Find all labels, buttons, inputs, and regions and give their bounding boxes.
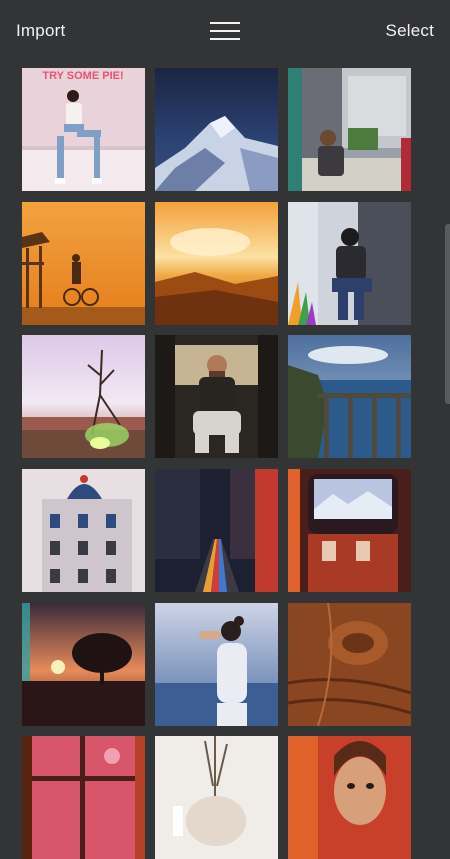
photo-thumbnail-bearded-man-van[interactable] xyxy=(155,335,278,458)
import-button[interactable]: Import xyxy=(16,20,65,42)
photo-thumbnail-window-pane[interactable] xyxy=(22,736,145,859)
photo-thumbnail-woman-hair-bun[interactable] xyxy=(155,603,278,726)
hamburger-menu-icon[interactable] xyxy=(209,19,241,43)
photo-thumbnail-dry-plant-sun[interactable] xyxy=(22,335,145,458)
photo-thumbnail-lifeguard-tower[interactable] xyxy=(22,202,145,325)
neon-sign-text: TRY SOME PIE! xyxy=(42,70,123,82)
photo-thumbnail-snowy-mountain[interactable] xyxy=(155,68,278,191)
photo-thumbnail-colorful-street[interactable] xyxy=(155,469,278,592)
photo-thumbnail-ornate-building[interactable] xyxy=(22,469,145,592)
top-app-bar: Import Select xyxy=(0,0,450,64)
photo-thumbnail-portrait-woman[interactable] xyxy=(288,736,411,859)
select-button[interactable]: Select xyxy=(386,20,434,42)
photo-thumbnail-window-mountain[interactable] xyxy=(288,469,411,592)
photo-thumbnail-woman-neon-wall[interactable]: TRY SOME PIE! xyxy=(22,68,145,191)
photo-thumbnail-orange-sunset[interactable] xyxy=(155,202,278,325)
photo-thumbnail-woman-rock-wall[interactable] xyxy=(288,202,411,325)
scrollbar-thumb[interactable] xyxy=(445,224,450,404)
photo-thumbnail-coastal-bridge[interactable] xyxy=(288,335,411,458)
photo-thumbnail-dried-flowers[interactable] xyxy=(155,736,278,859)
photo-thumbnail-woman-at-table[interactable] xyxy=(288,68,411,191)
photo-thumbnail-tree-sunset[interactable] xyxy=(22,603,145,726)
photo-thumbnail-wood-texture[interactable] xyxy=(288,603,411,726)
